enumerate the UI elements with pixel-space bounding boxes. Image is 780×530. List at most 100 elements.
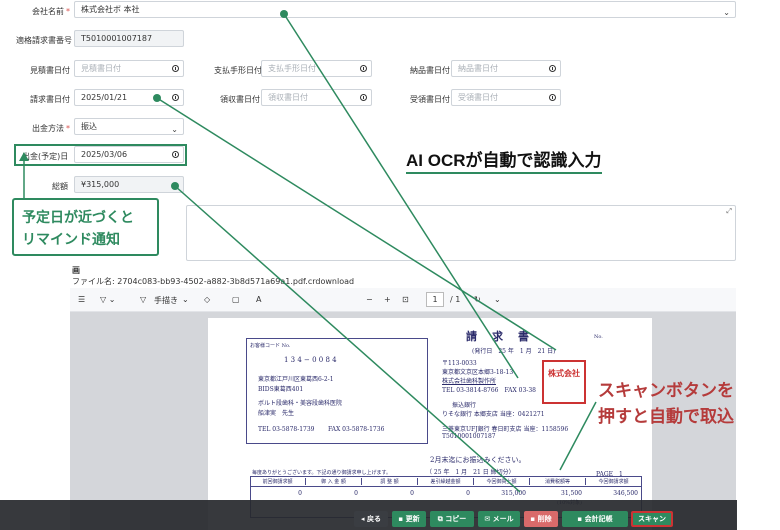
draw-label[interactable]: 手描き [154,295,178,306]
date-row: （ 25 年 1 月 21 日 締切分） [426,469,515,476]
eraser-icon[interactable]: ◇ [204,295,210,304]
order-date-field[interactable]: 受領書日付 [451,89,561,106]
customer-postal: 1 3 4 − 0 0 8 4 [284,356,337,364]
toolbar-chevron-icon[interactable]: ⌄ [494,295,501,304]
reg-number-field[interactable]: T5010001007187 [74,30,184,47]
fit-icon[interactable]: ⊡ [402,295,409,304]
summary-header-cell: 今回御請求額 [586,478,642,485]
scan-text-1: スキャンボタンを [598,381,734,400]
quote-date-field[interactable]: 見積書日付 [74,60,184,77]
company-seal: 株式会社 [542,360,586,404]
doc-no: No. [594,334,603,340]
customer-code: お客様コード No. [250,343,291,349]
summary-header-cell: 今回御買上額 [474,478,530,485]
pdf-toolbar: ☰ ▽ ⌄ ▽ 手描き ⌄ ◇ ▢ A − + ⊡ 1 / 1 ↻ ⌄ [70,288,736,312]
page-input[interactable]: 1 [426,292,444,307]
calendar-icon [549,65,556,72]
summary-value-cell: 31,500 [561,490,582,497]
calendar-icon [549,94,556,101]
bank-2: 三菱東京UFJ銀行 春日町支店 当座：1158596 [442,426,569,433]
calendar-icon [172,94,179,101]
customer-tel: TEL 03-5878-1739 [258,426,315,433]
delivery-date-field[interactable]: 納品書日付 [451,60,561,77]
text-icon[interactable]: A [256,295,261,304]
bank-label: 振込銀行 [452,402,477,409]
filter-icon[interactable]: ▽ ⌄ [100,295,115,304]
customer-fax: FAX 03-5878-1736 [328,426,385,433]
memo-textarea[interactable]: ⤢ [186,205,736,261]
summary-header-cell: 調 整 額 [362,478,418,485]
draw-icon[interactable]: ▽ [140,295,146,304]
invoice-date-field[interactable]: 2025/01/21 [74,89,184,106]
delivery-date-label: 納品書日付 [410,66,450,75]
receipt-date-label: 領収書日付 [220,95,260,104]
update-button[interactable]: ▪ 更新 [392,511,426,527]
menu-icon[interactable]: ☰ [78,295,85,304]
customer-company: ボルト段歯科・美容段歯科医院 [258,400,343,407]
calendar-icon [172,65,179,72]
customer-address1: 東京都江戸川区東葛西6-2-1 [258,376,334,383]
calendar-icon [172,151,179,158]
summary-value-cell: 0 [466,490,470,497]
bank-1: りそな銀行 本郷支店 当座：0421271 [442,411,545,418]
resize-handle-icon: ⤢ [726,207,732,215]
scheduled-date-label: 出金(予定)日 [22,152,69,161]
calendar-icon [360,94,367,101]
rotate-icon[interactable]: ↻ [474,295,481,304]
doc-title: 請 求 書 [466,330,531,343]
payment-method-label: 出金方法 * [32,124,70,133]
company-select[interactable]: 株式会社ボ 本社 ⌄ [74,1,736,18]
chevron-down-icon: ⌄ [171,125,178,134]
zoom-out-icon[interactable]: − [366,295,373,304]
company-label: 会社名前 * [32,7,70,16]
payment-due-label: 支払手形日付 [214,66,262,75]
summary-header-cell: 御 入 金 額 [306,478,362,485]
sender-postal: 〒113-0033 [442,360,477,367]
register-button[interactable]: ▪ 会計記帳 [562,511,628,527]
file-name: ファイル名: 2704c083-bb93-4502-a882-3b8d571a6… [72,277,355,286]
copy-button[interactable]: ⧉ コピー [430,511,474,527]
summary-value-cell: 0 [298,490,302,497]
order-date-label: 受領書日付 [410,95,450,104]
summary-value-cell: 0 [410,490,414,497]
back-button[interactable]: ◂ 戻る [354,511,388,527]
invoice-date-label: 請求書日付 [30,95,70,104]
sender-address: 東京都文京区本郷3-18-13 [442,369,514,376]
summary-value-cell: 315,000 [501,490,526,497]
mail-button[interactable]: ✉ メール [478,511,520,527]
scan-button[interactable]: スキャン [631,511,673,527]
due-text: 2月末迄にお振込みください。 [430,456,526,464]
summary-header-cell: 前回御請求額 [250,478,306,485]
reminder-text-2: リマインド通知 [22,231,120,247]
payment-due-field[interactable]: 支払手形日付 [261,60,372,77]
summary-value-cell: 346,500 [613,490,638,497]
sender-company: 株式会社歯科製作所 [442,378,497,385]
ocr-callout: AI OCRが自動で認識入力 [406,146,602,174]
quote-date-label: 見積書日付 [30,66,70,75]
sender-tel: TEL 03-3814-8766 FAX 03-38 [442,387,536,394]
thanks-text: 毎度ありがとうございます。下記の通り御請求申し上げます。 [252,470,392,476]
reminder-callout: 予定日が近づくと リマインド通知 [12,198,159,256]
reminder-text-1: 予定日が近づくと [22,209,134,225]
summary-header-cell: 消費税額等 [530,478,586,485]
chevron-down-icon: ⌄ [723,8,730,17]
customer-person: 船津実 先生 [258,410,295,417]
draw-chevron-icon: ⌄ [182,295,189,304]
payment-method-select[interactable]: 振込 ⌄ [74,118,184,135]
scheduled-date-field[interactable]: 2025/03/06 [74,146,184,163]
summary-value-cell: 0 [354,490,358,497]
total-field[interactable]: ¥315,000 [74,176,184,193]
seal-text: 株式会社 [548,368,580,378]
customer-address2: BIDS東葛西401 [258,386,304,393]
doc-reg-number: T5010001007187 [442,433,496,440]
summary-header-cell: 差引繰越金額 [418,478,474,485]
delete-button[interactable]: ▪ 削除 [524,511,558,527]
invoice-document: 請 求 書 No. (発行日 25 年 1 月 21 日) お客様コード No.… [208,318,652,530]
zoom-in-icon[interactable]: + [384,295,391,304]
doc-issue-date: (発行日 25 年 1 月 21 日) [472,348,556,355]
reg-number-label: 適格請求書番号 [16,36,72,45]
scan-text-2: 押すと自動で取込 [598,407,734,426]
sidebar-icon[interactable]: ▢ [232,295,240,304]
scan-callout: スキャンボタンを 押すと自動で取込 [598,378,734,430]
receipt-date-field[interactable]: 領収書日付 [261,89,372,106]
